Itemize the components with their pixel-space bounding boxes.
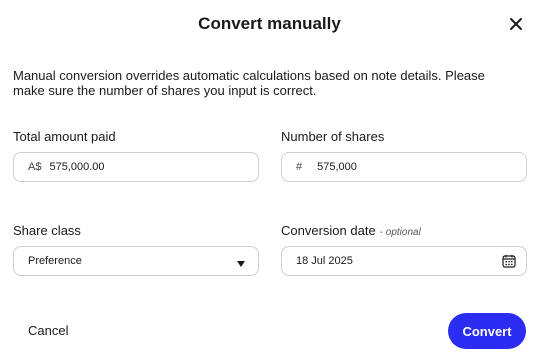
cancel-button[interactable]: Cancel bbox=[28, 323, 68, 338]
share-class-select[interactable]: Preference bbox=[13, 246, 259, 276]
dialog-title: Convert manually bbox=[198, 14, 341, 33]
conversion-date-field[interactable]: 18 Jul 2025 bbox=[281, 246, 527, 276]
convert-button[interactable]: Convert bbox=[448, 313, 526, 349]
optional-tag: - optional bbox=[379, 227, 421, 238]
total-amount-field[interactable]: A$ 575,000.00 bbox=[13, 152, 259, 182]
conversion-date-label: Conversion date - optional bbox=[281, 223, 421, 238]
convert-manually-dialog: Convert manually Manual conversion overr… bbox=[0, 0, 539, 361]
caret-down-icon bbox=[237, 258, 245, 270]
total-amount-label: Total amount paid bbox=[13, 129, 116, 144]
dialog-description: Manual conversion overrides automatic ca… bbox=[13, 68, 485, 98]
total-amount-value: 575,000.00 bbox=[49, 161, 105, 173]
conversion-date-value: 18 Jul 2025 bbox=[296, 255, 353, 267]
number-of-shares-label: Number of shares bbox=[281, 129, 385, 144]
calendar-icon[interactable] bbox=[502, 254, 516, 271]
conversion-date-label-text: Conversion date bbox=[281, 223, 376, 238]
currency-prefix: A$ bbox=[28, 161, 42, 173]
number-of-shares-field[interactable]: # 575,000 bbox=[281, 152, 527, 182]
number-of-shares-value: 575,000 bbox=[317, 161, 357, 173]
share-class-value: Preference bbox=[28, 255, 82, 267]
close-icon[interactable] bbox=[507, 15, 525, 33]
share-class-label: Share class bbox=[13, 223, 81, 238]
hash-prefix: # bbox=[296, 161, 303, 173]
